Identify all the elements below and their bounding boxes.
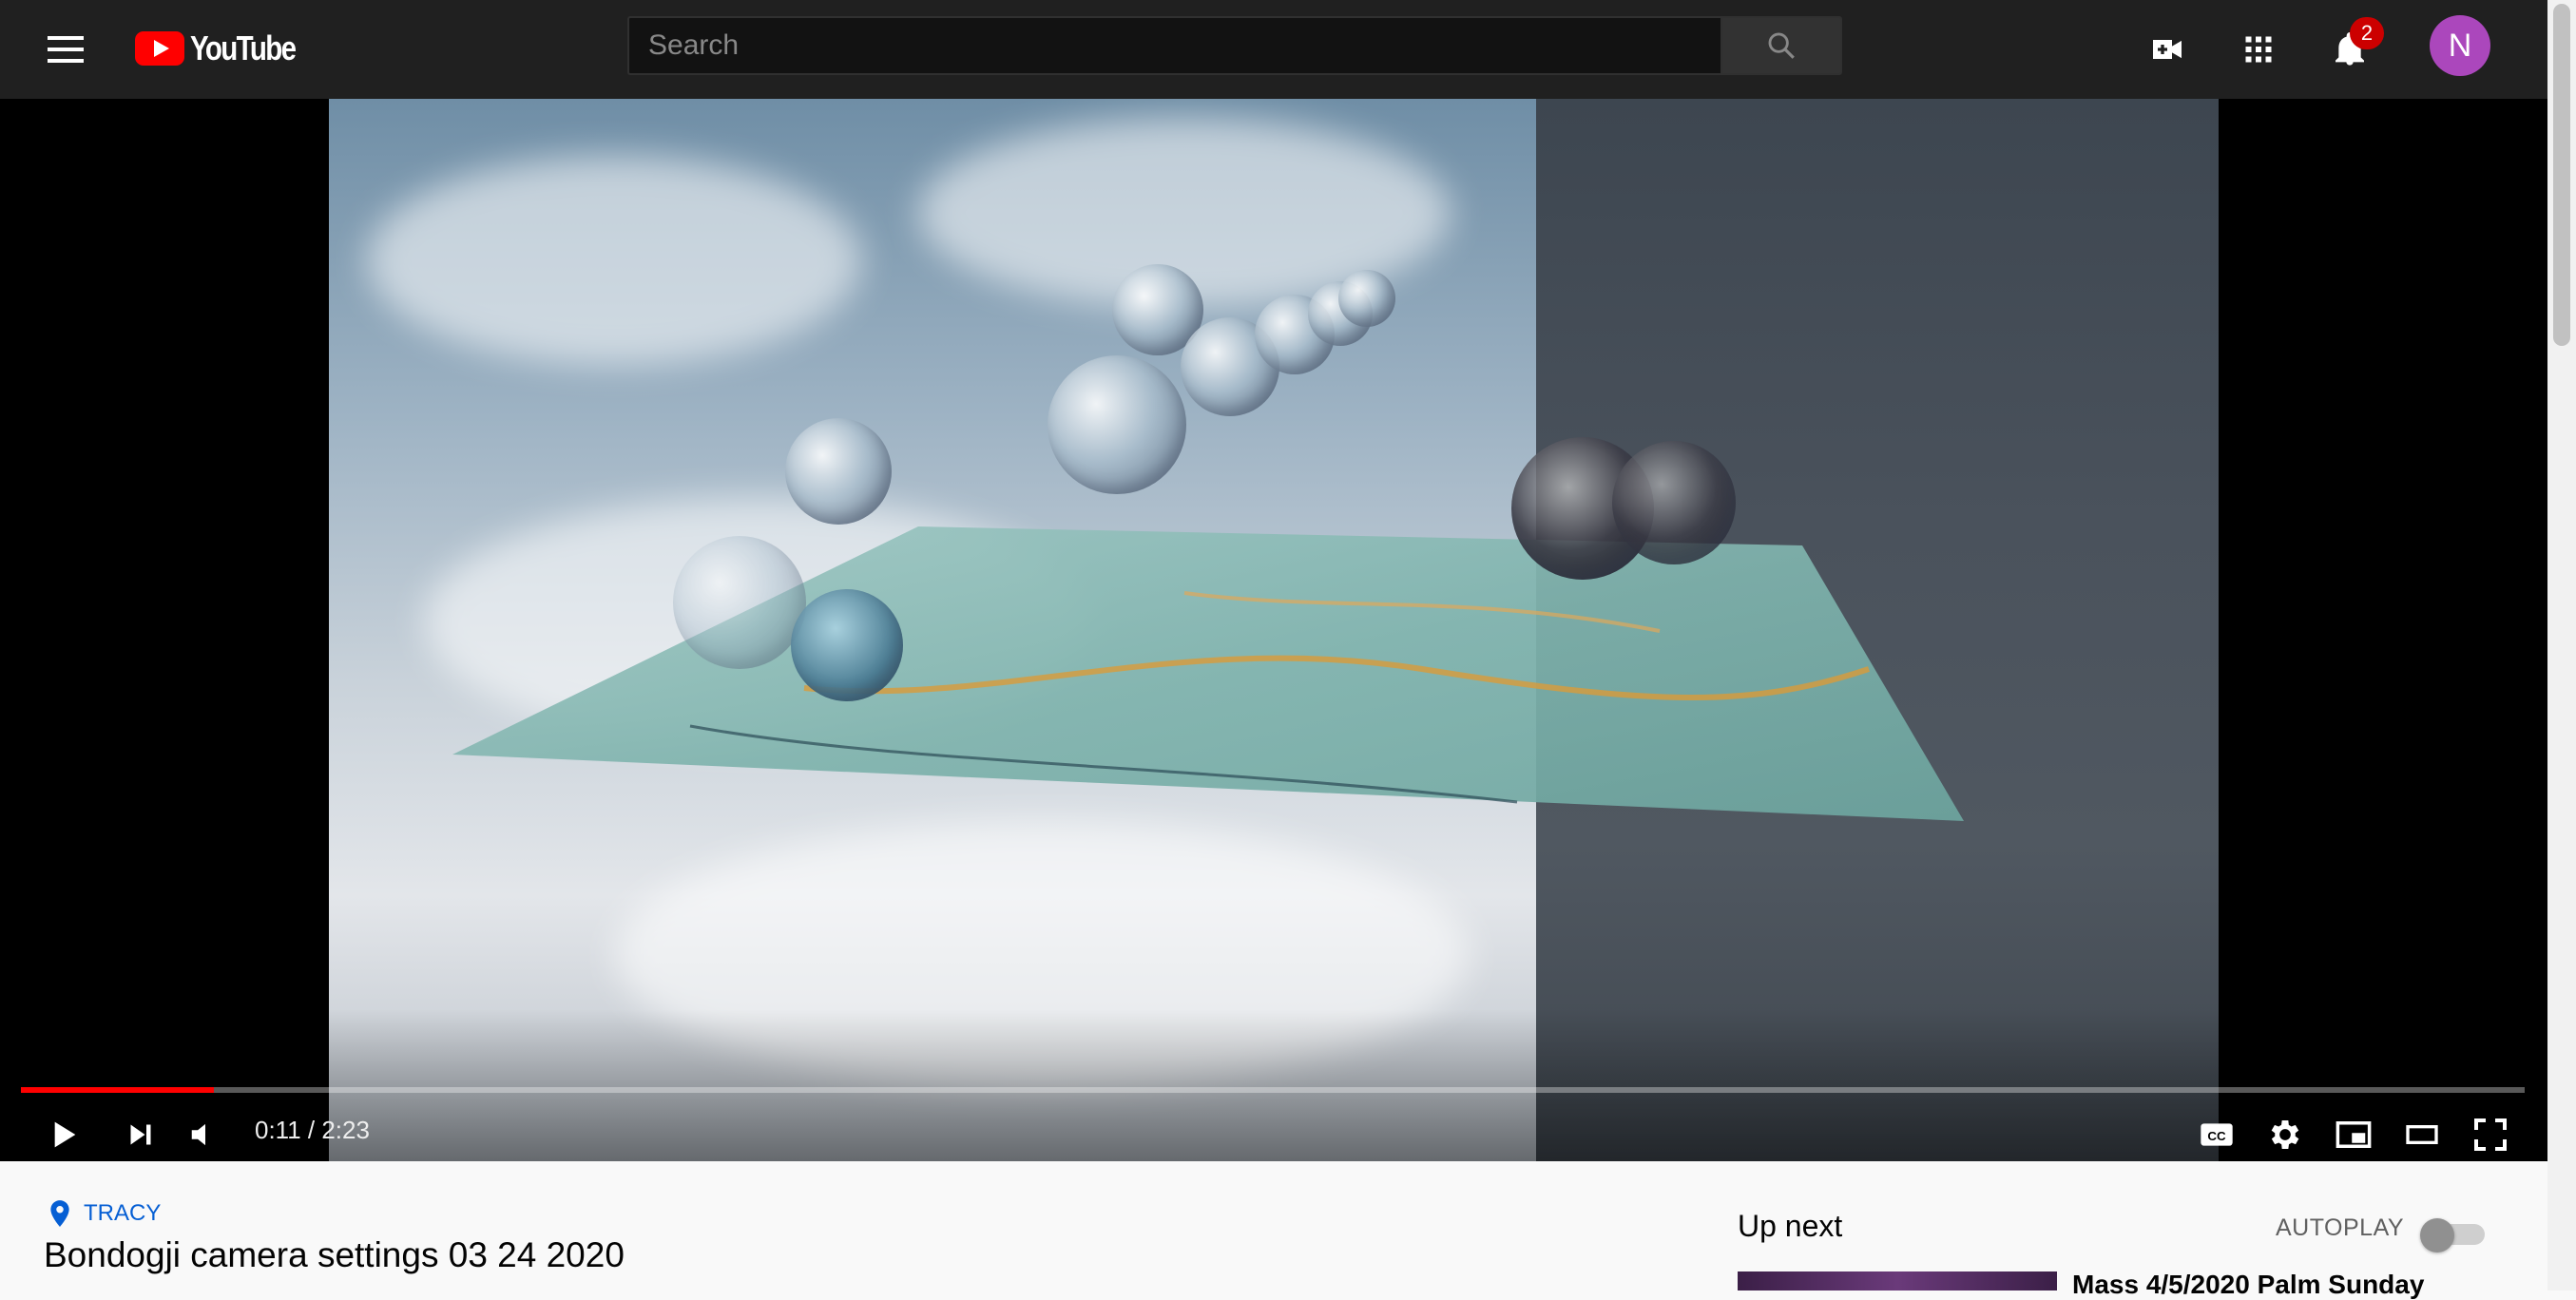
theater-mode-button[interactable] [2393,1106,2451,1163]
cc-icon: CC [2201,1123,2233,1146]
video-frame[interactable] [329,99,2219,1161]
video-player[interactable]: 0:11 / 2:23 CC [0,99,2547,1161]
video-sphere [791,589,903,701]
search-input[interactable] [627,16,1722,75]
notification-count-badge: 2 [2350,17,2384,49]
play-button[interactable] [34,1106,91,1163]
video-platform [452,526,1964,821]
logo-text: YouTube [190,29,297,67]
autoplay-toggle[interactable] [2420,1218,2487,1252]
progress-bar[interactable] [21,1087,2525,1093]
svg-text:CC: CC [2207,1129,2226,1143]
search-button[interactable] [1721,16,1842,75]
avatar[interactable]: N [2430,15,2490,76]
menu-icon[interactable] [44,27,89,72]
settings-button[interactable] [2257,1106,2314,1163]
video-camera-plus-icon [2153,40,2182,59]
fullscreen-button[interactable] [2462,1106,2519,1163]
fullscreen-icon [2474,1118,2507,1151]
autoplay-toggle-knob [2420,1218,2454,1252]
volume-muted-icon [191,1123,205,1146]
search-icon [1768,32,1795,59]
video-sphere [1338,270,1395,327]
mute-button[interactable] [177,1106,234,1163]
time-display: 0:11 / 2:23 [255,1116,370,1144]
apps-grid-icon [2245,36,2272,63]
theater-mode-icon [2406,1125,2438,1144]
skip-next-icon [130,1124,151,1145]
gear-icon [2271,1120,2299,1149]
create-video-button[interactable] [2141,23,2194,76]
video-title: Bondogji camera settings 03 24 2020 [44,1235,625,1274]
youtube-logo[interactable]: YouTube [135,26,318,71]
youtube-play-logo-icon [135,31,184,66]
next-video-thumbnail[interactable] [1738,1271,2057,1290]
captions-button[interactable]: CC [2188,1106,2245,1163]
video-sphere [1612,441,1736,564]
location-link[interactable]: TRACY [48,1199,161,1228]
video-sphere [1048,355,1186,494]
miniplayer-button[interactable] [2325,1106,2382,1163]
progress-played [21,1087,214,1093]
video-sphere [785,418,892,525]
location-pin-icon [50,1200,69,1227]
miniplayer-icon [2336,1121,2372,1148]
apps-button[interactable] [2232,23,2285,76]
page-scrollbar-thumb[interactable] [2553,4,2570,346]
autoplay-label: AUTOPLAY [2276,1214,2405,1241]
controls-gradient [0,1009,2547,1161]
video-sphere [673,536,806,669]
next-video-title[interactable]: Mass 4/5/2020 Palm Sunday [2072,1270,2424,1300]
watch-metadata: TRACY Bondogji camera settings 03 24 202… [0,1161,2547,1299]
location-label: TRACY [84,1200,162,1226]
play-icon [54,1121,76,1148]
masthead: YouTube 2 N [0,0,2547,99]
up-next-heading: Up next [1738,1209,1843,1243]
next-button[interactable] [112,1106,169,1163]
notifications-button[interactable]: 2 [2323,17,2384,76]
